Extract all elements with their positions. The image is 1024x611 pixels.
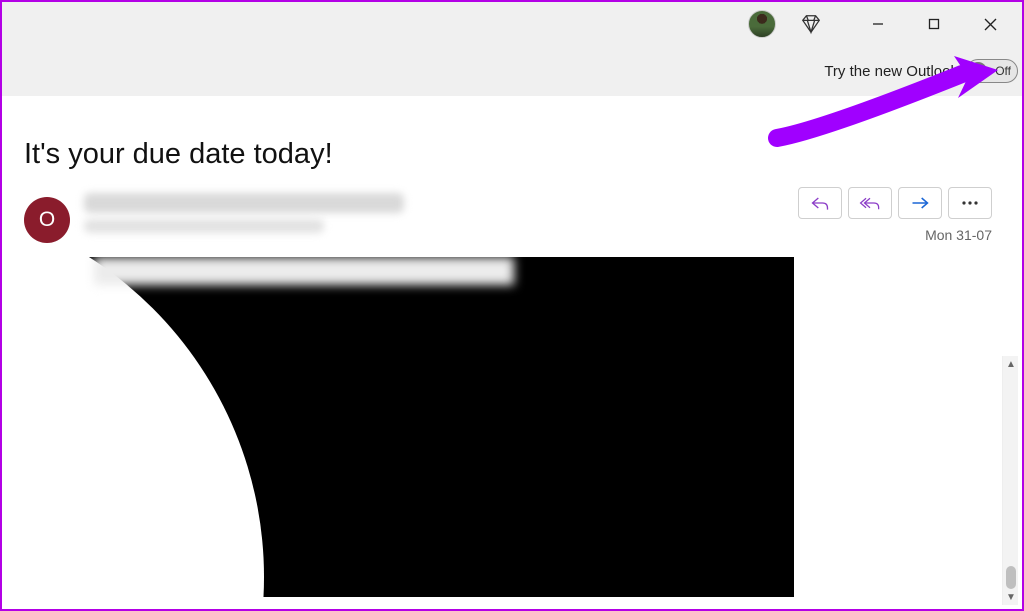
scroll-up-icon[interactable]: ▲ bbox=[1005, 358, 1017, 370]
try-new-outlook-label: Try the new Outlook bbox=[824, 63, 958, 80]
email-timestamp: Mon 31-07 bbox=[925, 227, 992, 243]
email-body bbox=[24, 257, 1000, 597]
sender-avatar[interactable]: O bbox=[24, 197, 70, 243]
email-body-redacted-strip bbox=[94, 257, 514, 285]
vertical-scrollbar[interactable]: ▲ ▼ bbox=[1002, 356, 1018, 605]
reply-button[interactable] bbox=[798, 187, 842, 219]
title-bar bbox=[2, 2, 1022, 46]
scroll-thumb[interactable] bbox=[1006, 566, 1016, 589]
forward-button[interactable] bbox=[898, 187, 942, 219]
toggle-knob bbox=[969, 62, 987, 80]
email-subject: It's your due date today! bbox=[2, 96, 1022, 193]
maximize-button[interactable] bbox=[906, 2, 962, 46]
more-actions-button[interactable] bbox=[948, 187, 992, 219]
toggle-state-label: Off bbox=[995, 64, 1011, 78]
email-header-row: O bbox=[2, 193, 1022, 243]
sender-name-redacted bbox=[84, 193, 404, 213]
reply-all-button[interactable] bbox=[848, 187, 892, 219]
user-avatar[interactable] bbox=[748, 10, 776, 38]
reading-pane: It's your due date today! O bbox=[2, 96, 1022, 609]
sender-recipient-redacted bbox=[84, 219, 324, 233]
minimize-button[interactable] bbox=[850, 2, 906, 46]
close-button[interactable] bbox=[962, 2, 1018, 46]
premium-icon[interactable] bbox=[800, 13, 822, 35]
try-new-outlook-row: Try the new Outlook Off bbox=[2, 46, 1022, 96]
email-actions: Mon 31-07 bbox=[798, 187, 992, 243]
scroll-down-icon[interactable]: ▼ bbox=[1005, 591, 1017, 603]
try-new-outlook-toggle[interactable]: Off bbox=[966, 59, 1018, 83]
sender-initial: O bbox=[39, 208, 55, 232]
